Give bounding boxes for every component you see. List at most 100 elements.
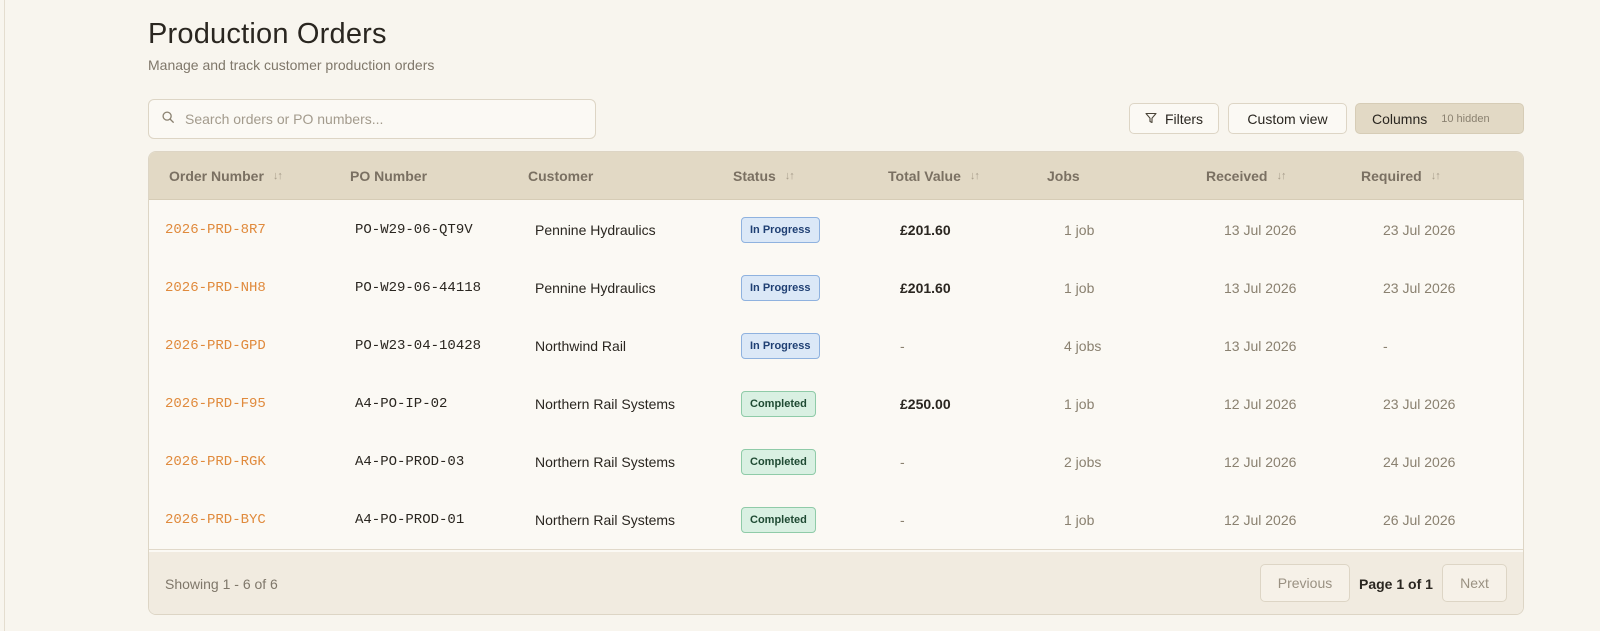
total-value: - (900, 338, 905, 354)
page-subtitle: Manage and track customer production ord… (148, 57, 435, 73)
po-number: PO-W29-06-44118 (355, 280, 482, 296)
received-date: 12 Jul 2026 (1224, 396, 1297, 412)
po-number: PO-W29-06-QT9V (355, 222, 473, 238)
left-divider (4, 0, 5, 631)
filters-label: Filters (1164, 110, 1204, 127)
column-header-label: Order Number (169, 168, 264, 184)
table-header: Order Number ↓↑ PO Number Customer Status… (149, 152, 1523, 200)
filters-button[interactable]: Filters (1129, 103, 1219, 134)
required-date: 24 Jul 2026 (1383, 454, 1456, 470)
total-value: £250.00 (900, 396, 951, 412)
order-number-link[interactable]: 2026-PRD-BYC (165, 491, 266, 549)
customer-name: Northern Rail Systems (535, 454, 676, 470)
po-number: PO-W23-04-10428 (355, 338, 482, 354)
status-badge: Completed (741, 449, 816, 475)
columns-label: Columns (1372, 110, 1428, 127)
search-box[interactable] (148, 99, 596, 139)
po-number: A4-PO-PROD-01 (355, 512, 465, 528)
jobs-count: 4 jobs (1064, 338, 1102, 354)
status-cell: In Progress (741, 317, 820, 375)
column-header-jobs: Jobs (1047, 152, 1080, 200)
jobs-count: 2 jobs (1064, 454, 1102, 470)
orders-table: Order Number ↓↑ PO Number Customer Status… (148, 151, 1524, 615)
sort-icon[interactable]: ↓↑ (273, 170, 283, 182)
table-row[interactable]: 2026-PRD-RGK A4-PO-PROD-03 Northern Rail S… (149, 433, 1523, 492)
sort-icon[interactable]: ↓↑ (970, 170, 980, 182)
order-number-link[interactable]: 2026-PRD-F95 (165, 375, 266, 433)
table-row[interactable]: 2026-PRD-F95 A4-PO-IP-02 Northern Rail Sys… (149, 375, 1523, 434)
sort-icon[interactable]: ↓↑ (785, 170, 795, 182)
table-row[interactable]: 2026-PRD-GPD PO-W23-04-10428 Northwind Rai… (149, 317, 1523, 376)
customer-name: Northwind Rail (535, 338, 627, 354)
table-row[interactable]: 2026-PRD-8R7 PO-W29-06-QT9V Pennine Hydrau… (149, 201, 1523, 260)
next-button[interactable]: Next (1442, 564, 1507, 602)
column-header-customer: Customer (528, 152, 593, 200)
status-badge: In Progress (741, 333, 820, 359)
column-header-total-value[interactable]: Total Value ↓↑ (888, 152, 980, 200)
po-number: A4-PO-PROD-03 (355, 454, 465, 470)
column-header-received[interactable]: Received ↓↑ (1206, 152, 1286, 200)
customer-name: Pennine Hydraulics (535, 222, 656, 238)
required-date: 26 Jul 2026 (1383, 512, 1456, 528)
status-badge: Completed (741, 507, 816, 533)
order-number-link[interactable]: 2026-PRD-8R7 (165, 201, 266, 259)
status-cell: Completed (741, 433, 816, 491)
column-header-label: PO Number (350, 168, 428, 184)
order-number-link[interactable]: 2026-PRD-GPD (165, 317, 266, 375)
column-header-label: Required (1361, 168, 1422, 184)
received-date: 12 Jul 2026 (1224, 512, 1297, 528)
status-cell: Completed (741, 375, 816, 433)
column-header-order-number[interactable]: Order Number ↓↑ (169, 152, 283, 200)
column-header-status[interactable]: Status ↓↑ (733, 152, 795, 200)
columns-hidden-count: 10 hidden (1441, 112, 1490, 125)
required-date: 23 Jul 2026 (1383, 222, 1456, 238)
required-date: 23 Jul 2026 (1383, 280, 1456, 296)
jobs-count: 1 job (1064, 396, 1095, 412)
status-badge: Completed (741, 391, 816, 417)
search-icon (161, 110, 175, 129)
column-header-label: Total Value (888, 168, 961, 184)
status-cell: Completed (741, 491, 816, 549)
table-row[interactable]: 2026-PRD-BYC A4-PO-PROD-01 Northern Rail S… (149, 491, 1523, 550)
custom-view-button[interactable]: Custom view (1228, 103, 1347, 134)
search-input[interactable] (185, 111, 585, 127)
status-cell: In Progress (741, 201, 820, 259)
column-header-required[interactable]: Required ↓↑ (1361, 152, 1441, 200)
showing-count: Showing 1 - 6 of 6 (165, 576, 278, 592)
po-number: A4-PO-IP-02 (355, 396, 448, 412)
filter-icon (1145, 111, 1165, 127)
customer-name: Northern Rail Systems (535, 396, 676, 412)
received-date: 13 Jul 2026 (1224, 338, 1297, 354)
order-number-link[interactable]: 2026-PRD-NH8 (165, 259, 266, 317)
customer-name: Pennine Hydraulics (535, 280, 656, 296)
sort-icon[interactable]: ↓↑ (1276, 170, 1286, 182)
column-header-label: Received (1206, 168, 1268, 184)
required-date: - (1383, 338, 1388, 354)
jobs-count: 1 job (1064, 512, 1095, 528)
customer-name: Northern Rail Systems (535, 512, 676, 528)
received-date: 13 Jul 2026 (1224, 280, 1297, 296)
status-badge: In Progress (741, 217, 820, 243)
table-footer: Showing 1 - 6 of 6 Previous Page 1 of 1 … (149, 552, 1523, 614)
received-date: 13 Jul 2026 (1224, 222, 1297, 238)
required-date: 23 Jul 2026 (1383, 396, 1456, 412)
column-header-label: Status (733, 168, 776, 184)
column-header-po-number: PO Number (350, 152, 427, 200)
order-number-link[interactable]: 2026-PRD-RGK (165, 433, 266, 491)
total-value: £201.60 (900, 280, 951, 296)
jobs-count: 1 job (1064, 280, 1095, 296)
page-indicator: Page 1 of 1 (1359, 576, 1433, 592)
received-date: 12 Jul 2026 (1224, 454, 1297, 470)
columns-button[interactable]: Columns 10 hidden (1355, 103, 1524, 134)
previous-button[interactable]: Previous (1260, 564, 1350, 602)
custom-view-label: Custom view (1247, 110, 1328, 127)
table-row[interactable]: 2026-PRD-NH8 PO-W29-06-44118 Pennine Hydra… (149, 259, 1523, 318)
column-header-label: Jobs (1047, 168, 1080, 184)
total-value: - (900, 512, 905, 528)
page-title: Production Orders (148, 18, 387, 50)
column-header-label: Customer (528, 168, 594, 184)
sort-icon[interactable]: ↓↑ (1431, 170, 1441, 182)
status-badge: In Progress (741, 275, 820, 301)
jobs-count: 1 job (1064, 222, 1095, 238)
total-value: - (900, 454, 905, 470)
